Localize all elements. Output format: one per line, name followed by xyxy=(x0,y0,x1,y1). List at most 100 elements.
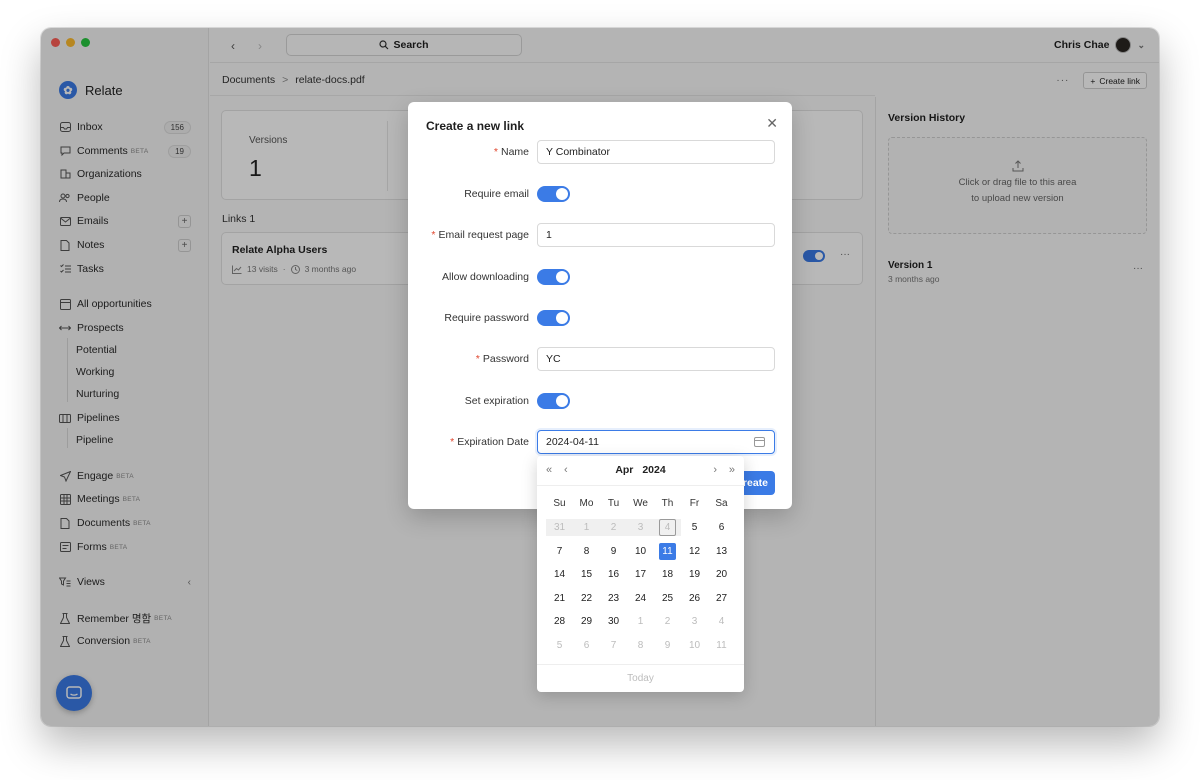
day-cell[interactable]: 29 xyxy=(573,613,600,630)
day-cell[interactable]: 28 xyxy=(546,613,573,630)
close-icon[interactable]: ✕ xyxy=(766,115,778,132)
expiration-date-input[interactable]: 2024-04-11 xyxy=(537,430,775,454)
weekday-header: Su Mo Tu We Th Fr Sa xyxy=(546,498,735,509)
next-month-icon[interactable]: › xyxy=(713,464,717,476)
day-cell[interactable]: 30 xyxy=(600,613,627,630)
require-password-row: Require password xyxy=(408,306,792,330)
day-number: 1 xyxy=(637,616,644,628)
day-number: 3 xyxy=(637,522,644,533)
require-email-row: Require email xyxy=(408,182,792,206)
required-mark: * xyxy=(493,146,498,158)
day-cell[interactable]: 1 xyxy=(573,519,600,536)
day-cell[interactable]: 16 xyxy=(600,566,627,583)
weekday-label: Th xyxy=(661,498,674,509)
day-cell[interactable]: 7 xyxy=(600,637,627,654)
year-label[interactable]: 2024 xyxy=(642,464,665,476)
day-cell[interactable]: 6 xyxy=(708,519,735,536)
day-cell[interactable]: 10 xyxy=(627,543,654,560)
day-cell[interactable]: 9 xyxy=(600,543,627,560)
require-password-label: Require password xyxy=(444,312,529,324)
day-cell[interactable]: 6 xyxy=(573,637,600,654)
day-cell[interactable]: 20 xyxy=(708,566,735,583)
require-email-label: Require email xyxy=(464,188,529,200)
day-cell[interactable]: 11 xyxy=(708,637,735,654)
month-label[interactable]: Apr xyxy=(615,464,633,476)
day-cell[interactable]: 8 xyxy=(573,543,600,560)
day-cell[interactable]: 24 xyxy=(627,590,654,607)
day-number: 22 xyxy=(580,592,593,604)
day-number: 5 xyxy=(556,640,563,651)
day-cell[interactable]: 13 xyxy=(708,543,735,560)
day-cell[interactable]: 11 xyxy=(654,542,681,560)
day-cell[interactable]: 4 xyxy=(708,613,735,630)
day-number: 12 xyxy=(688,545,701,557)
allow-downloading-label: Allow downloading xyxy=(442,271,529,283)
day-cell[interactable]: 7 xyxy=(546,543,573,560)
day-cell[interactable]: 25 xyxy=(654,590,681,607)
day-cell[interactable]: 8 xyxy=(627,637,654,654)
weekday-label: Tu xyxy=(607,498,620,509)
allow-downloading-toggle[interactable] xyxy=(537,269,570,285)
email-page-row: * Email request page 1 xyxy=(408,223,792,247)
date-picker: « ‹ Apr 2024 › » Su Mo Tu We Th Fr Sa 31 1 2 3 4 5 6… xyxy=(537,456,744,692)
day-number: 7 xyxy=(556,545,563,557)
selected-day: 11 xyxy=(659,542,676,560)
day-cell[interactable]: 2 xyxy=(654,613,681,630)
day-cell[interactable]: 14 xyxy=(546,566,573,583)
set-expiration-toggle[interactable] xyxy=(537,393,570,409)
day-number: 13 xyxy=(715,545,728,557)
weekday-label: Sa xyxy=(715,498,728,509)
day-cell[interactable]: 3 xyxy=(681,613,708,630)
day-cell[interactable]: 21 xyxy=(546,590,573,607)
day-cell[interactable]: 17 xyxy=(627,566,654,583)
name-input[interactable]: Y Combinator xyxy=(537,140,775,164)
email-page-input[interactable]: 1 xyxy=(537,223,775,247)
day-cell[interactable]: 5 xyxy=(681,519,708,536)
password-input[interactable]: YC xyxy=(537,347,775,371)
day-number: 21 xyxy=(553,592,566,604)
day-number: 8 xyxy=(583,545,590,557)
day-cell[interactable]: 15 xyxy=(573,566,600,583)
day-cell[interactable]: 18 xyxy=(654,566,681,583)
weekday-label: Fr xyxy=(689,498,700,509)
next-year-icon[interactable]: » xyxy=(729,464,735,476)
day-cell[interactable]: 12 xyxy=(681,543,708,560)
weekday-label: Mo xyxy=(579,498,594,509)
day-cell[interactable]: 2 xyxy=(600,519,627,536)
day-number: 6 xyxy=(583,640,590,651)
day-cell[interactable]: 22 xyxy=(573,590,600,607)
day-cell[interactable]: 10 xyxy=(681,637,708,654)
day-cell[interactable]: 9 xyxy=(654,637,681,654)
day-cell[interactable]: 3 xyxy=(627,519,654,536)
day-number: 20 xyxy=(715,569,728,581)
day-number: 19 xyxy=(688,569,701,581)
name-row: * Name Y Combinator xyxy=(408,140,792,164)
day-number: 7 xyxy=(610,640,617,651)
day-cell[interactable]: 4 xyxy=(654,519,681,536)
day-number: 15 xyxy=(580,569,593,581)
day-number: 17 xyxy=(634,569,647,581)
day-number: 29 xyxy=(580,616,593,628)
today-day: 4 xyxy=(659,519,676,536)
day-cell[interactable]: 19 xyxy=(681,566,708,583)
day-number: 27 xyxy=(715,592,728,604)
day-cell[interactable]: 1 xyxy=(627,613,654,630)
email-page-label: * Email request page xyxy=(431,229,529,241)
date-picker-header: « ‹ Apr 2024 › » xyxy=(537,456,744,486)
app-root: ✿ Relate Inbox 156 Comments BETA 19 Orga… xyxy=(41,28,1159,726)
calendar-icon[interactable] xyxy=(754,437,765,447)
day-cell[interactable]: 31 xyxy=(546,519,573,536)
day-cell[interactable]: 5 xyxy=(546,637,573,654)
day-cell[interactable]: 27 xyxy=(708,590,735,607)
require-email-toggle[interactable] xyxy=(537,186,570,202)
expiration-date-label: * Expiration Date xyxy=(450,436,529,448)
today-button[interactable]: Today xyxy=(537,664,744,692)
day-number: 16 xyxy=(607,569,620,581)
require-password-toggle[interactable] xyxy=(537,310,570,326)
day-cell[interactable]: 23 xyxy=(600,590,627,607)
app-window: ✿ Relate Inbox 156 Comments BETA 19 Orga… xyxy=(41,28,1159,726)
day-cell[interactable]: 26 xyxy=(681,590,708,607)
day-number: 25 xyxy=(661,592,674,604)
set-expiration-row: Set expiration xyxy=(408,389,792,413)
day-number: 11 xyxy=(716,640,727,651)
